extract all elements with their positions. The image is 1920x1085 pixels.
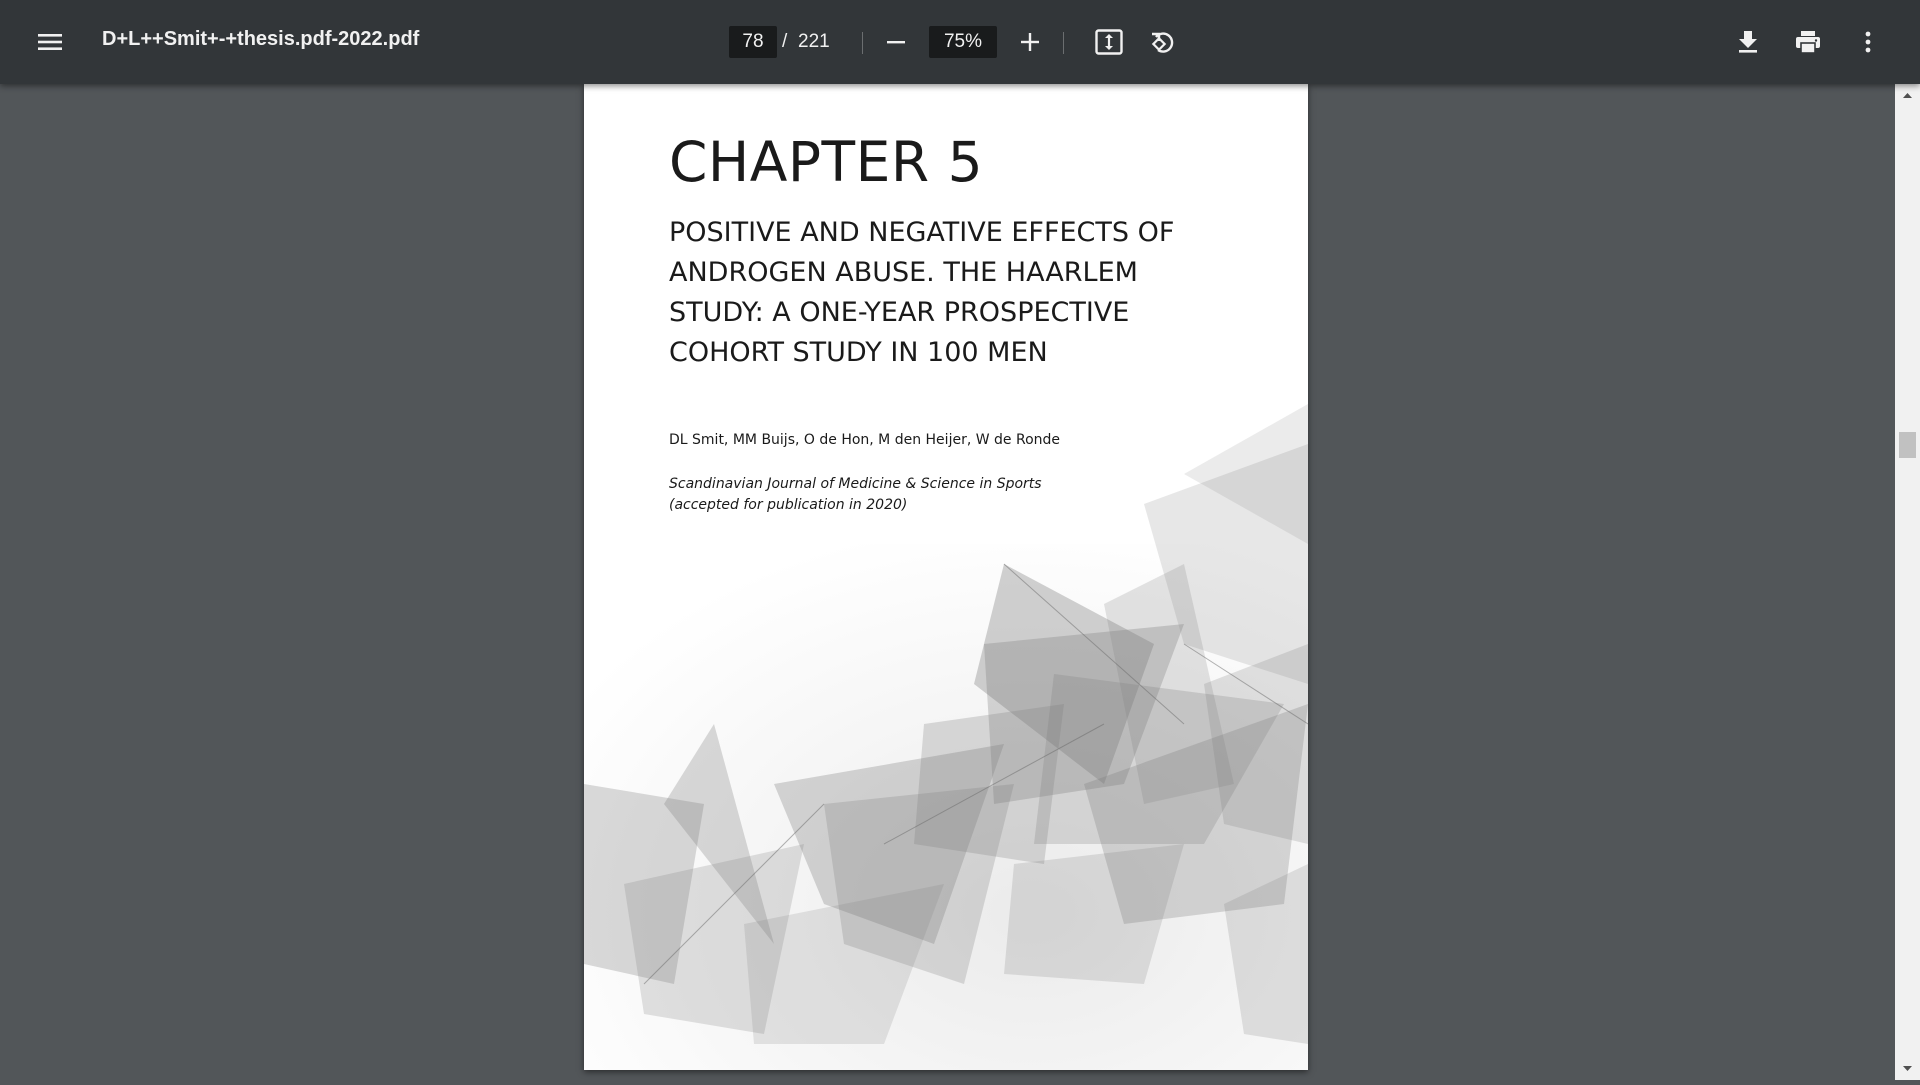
chapter-heading: CHAPTER 5 xyxy=(669,130,984,194)
rotate-button[interactable] xyxy=(1139,20,1187,64)
page-number-input[interactable] xyxy=(729,26,777,58)
author-list: DL Smit, MM Buijs, O de Hon, M den Heije… xyxy=(669,432,1061,448)
scroll-up-button[interactable] xyxy=(1895,84,1920,106)
print-button[interactable] xyxy=(1784,20,1832,64)
download-icon xyxy=(1739,31,1757,53)
page-total: 221 xyxy=(798,31,830,52)
toolbar-divider xyxy=(862,32,863,54)
document-viewer[interactable]: CHAPTER 5 POSITIVE AND NEGATIVE EFFECTS … xyxy=(0,84,1920,1080)
fit-to-page-button[interactable] xyxy=(1085,20,1133,64)
vertical-scrollbar[interactable] xyxy=(1895,84,1920,1080)
scrollbar-thumb[interactable] xyxy=(1899,432,1916,458)
zoom-out-button[interactable] xyxy=(872,20,920,64)
document-title: D+L++Smit+-+thesis.pdf-2022.pdf xyxy=(102,28,420,50)
journal-name: Scandinavian Journal of Medicine & Scien… xyxy=(669,476,1042,492)
minus-icon xyxy=(887,41,905,44)
journal-citation: Scandinavian Journal of Medicine & Scien… xyxy=(669,474,1042,516)
toolbar-divider xyxy=(1063,32,1064,54)
print-icon xyxy=(1796,31,1820,54)
pdf-toolbar: D+L++Smit+-+thesis.pdf-2022.pdf / 221 xyxy=(0,0,1920,84)
triangle-down-icon xyxy=(1903,1066,1912,1071)
zoom-in-button[interactable] xyxy=(1006,20,1054,64)
download-button[interactable] xyxy=(1724,20,1772,64)
chapter-title: POSITIVE AND NEGATIVE EFFECTS OF ANDROGE… xyxy=(669,217,1175,368)
fit-to-page-icon xyxy=(1095,29,1123,55)
page-separator: / xyxy=(782,31,788,52)
triangle-up-icon xyxy=(1903,93,1912,98)
more-vertical-icon xyxy=(1865,31,1871,53)
rotate-counterclockwise-icon xyxy=(1151,32,1174,53)
plus-icon xyxy=(1021,33,1039,51)
menu-button[interactable] xyxy=(26,20,74,64)
publication-note: (accepted for publication in 2020) xyxy=(669,497,908,513)
pdf-page: CHAPTER 5 POSITIVE AND NEGATIVE EFFECTS … xyxy=(584,84,1308,1070)
hamburger-menu-icon xyxy=(38,34,62,50)
zoom-level-input[interactable] xyxy=(929,26,997,58)
scroll-down-button[interactable] xyxy=(1895,1058,1920,1080)
more-actions-button[interactable] xyxy=(1844,20,1892,64)
